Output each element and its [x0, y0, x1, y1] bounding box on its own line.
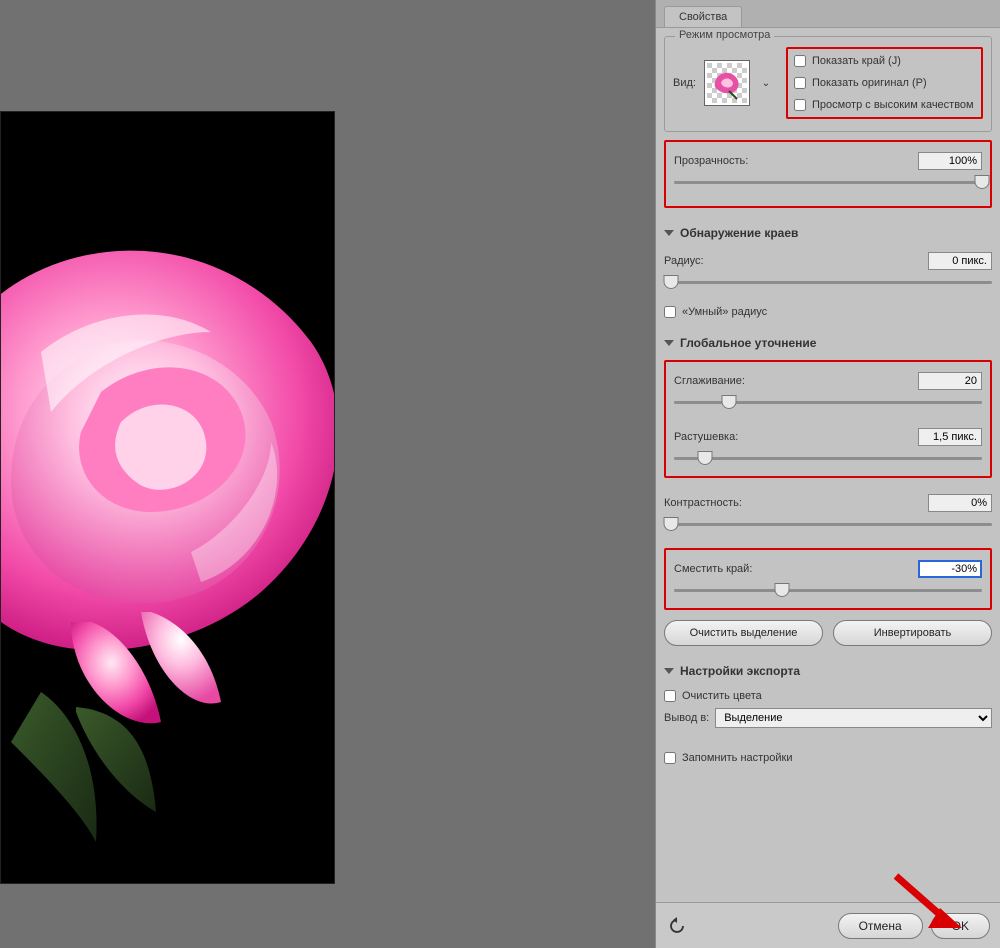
smooth-label: Сглаживание:: [674, 375, 745, 387]
shift-edge-highlight: Сместить край:: [664, 548, 992, 610]
radius-slider[interactable]: [664, 276, 992, 290]
invert-button[interactable]: Инвертировать: [833, 620, 992, 646]
document-frame: [0, 111, 335, 884]
check-high-quality-box[interactable]: [794, 99, 806, 111]
shift-edge-label: Сместить край:: [674, 563, 752, 575]
edge-detection-title: Обнаружение краев: [680, 226, 798, 240]
app-root: Свойства Режим просмотра Вид:: [0, 0, 1000, 948]
remember-label: Запомнить настройки: [682, 752, 793, 764]
smooth-value[interactable]: [918, 372, 982, 390]
smooth-feather-highlight: Сглаживание: Растушевка:: [664, 360, 992, 478]
chevron-down-icon: [664, 340, 674, 346]
contrast-label: Контрастность:: [664, 497, 742, 509]
rose-image: [0, 152, 335, 852]
check-show-edge[interactable]: Показать край (J): [794, 55, 975, 67]
smart-radius-check[interactable]: «Умный» радиус: [664, 306, 992, 318]
view-mode-group: Режим просмотра Вид:: [664, 36, 992, 132]
reset-icon[interactable]: [666, 915, 688, 937]
decon-label: Очистить цвета: [682, 690, 762, 702]
chevron-down-icon: [664, 230, 674, 236]
chevron-down-icon: [664, 668, 674, 674]
global-refine-section: Глобальное уточнение Сглаживание:: [664, 332, 992, 646]
check-show-edge-label: Показать край (J): [812, 55, 901, 67]
decon-box[interactable]: [664, 690, 676, 702]
remember-check[interactable]: Запомнить настройки: [664, 752, 992, 764]
check-show-original-box[interactable]: [794, 77, 806, 89]
radius-value[interactable]: [928, 252, 992, 270]
opacity-row: Прозрачность:: [674, 152, 982, 190]
cancel-button[interactable]: Отмена: [838, 913, 923, 939]
check-show-original-label: Показать оригинал (P): [812, 77, 927, 89]
check-high-quality-label: Просмотр с высоким качеством: [812, 99, 974, 111]
view-thumbnail[interactable]: [704, 60, 750, 106]
opacity-highlight: Прозрачность:: [664, 140, 992, 208]
opacity-slider[interactable]: [674, 176, 982, 190]
check-high-quality[interactable]: Просмотр с высоким качеством: [794, 99, 975, 111]
output-label: Вывод в:: [664, 712, 709, 724]
radius-knob[interactable]: [663, 275, 678, 289]
contrast-knob[interactable]: [663, 517, 678, 531]
feather-knob[interactable]: [697, 451, 712, 465]
opacity-knob[interactable]: [975, 175, 990, 189]
global-refine-title: Глобальное уточнение: [680, 336, 816, 350]
tab-properties[interactable]: Свойства: [664, 6, 742, 27]
properties-panel: Свойства Режим просмотра Вид:: [655, 0, 1000, 948]
export-header[interactable]: Настройки экспорта: [664, 660, 992, 682]
feather-label: Растушевка:: [674, 431, 738, 443]
smooth-slider[interactable]: [674, 396, 982, 410]
export-section: Настройки экспорта Очистить цвета Вывод …: [664, 660, 992, 764]
ok-button[interactable]: OK: [931, 913, 990, 939]
opacity-value[interactable]: [918, 152, 982, 170]
shift-edge-slider[interactable]: [674, 584, 982, 598]
check-show-edge-box[interactable]: [794, 55, 806, 67]
panel-footer: Отмена OK: [656, 902, 1000, 948]
shift-edge-value[interactable]: [918, 560, 982, 578]
global-refine-header[interactable]: Глобальное уточнение: [664, 332, 992, 354]
smooth-knob[interactable]: [722, 395, 737, 409]
contrast-slider[interactable]: [664, 518, 992, 532]
clear-selection-button[interactable]: Очистить выделение: [664, 620, 823, 646]
radius-label: Радиус:: [664, 255, 704, 267]
export-title: Настройки экспорта: [680, 664, 800, 678]
view-label: Вид:: [673, 77, 696, 89]
edge-detection-section: Обнаружение краев Радиус: «Умный» радиус: [664, 222, 992, 318]
canvas-area[interactable]: [0, 0, 655, 948]
check-show-original[interactable]: Показать оригинал (P): [794, 77, 975, 89]
smart-radius-label: «Умный» радиус: [682, 306, 767, 318]
view-dropdown-caret[interactable]: ⌄: [758, 60, 774, 106]
contrast-value[interactable]: [928, 494, 992, 512]
opacity-label: Прозрачность:: [674, 155, 748, 167]
edge-detection-header[interactable]: Обнаружение краев: [664, 222, 992, 244]
smart-radius-box[interactable]: [664, 306, 676, 318]
remember-box[interactable]: [664, 752, 676, 764]
feather-slider[interactable]: [674, 452, 982, 466]
shift-edge-knob[interactable]: [774, 583, 789, 597]
feather-value[interactable]: [918, 428, 982, 446]
view-checks-highlight: Показать край (J) Показать оригинал (P) …: [786, 47, 983, 119]
tab-strip: Свойства: [656, 0, 1000, 28]
view-mode-legend: Режим просмотра: [675, 29, 774, 41]
panel-body: Режим просмотра Вид:: [656, 28, 1000, 902]
output-select[interactable]: Выделение: [715, 708, 992, 728]
decon-check[interactable]: Очистить цвета: [664, 690, 992, 702]
